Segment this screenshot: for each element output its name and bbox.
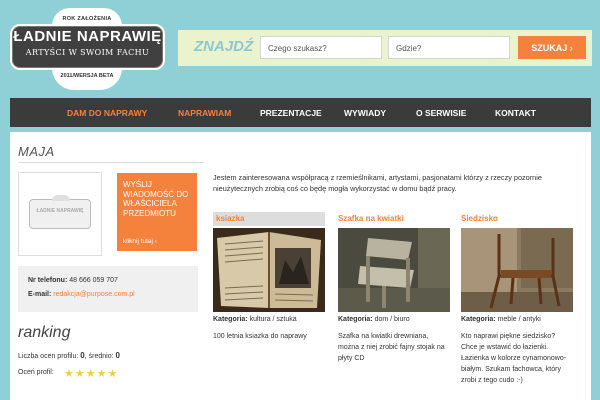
contact-box: Nr telefonu: 48 666 059 707 E-mail: reda… xyxy=(18,266,198,312)
email-label: E-mail: xyxy=(28,291,52,298)
nav-item-naprawiam[interactable]: NAPRAWIAM xyxy=(178,108,231,118)
item-category: Kategoria: dom / biuro xyxy=(338,316,450,323)
nav-item-kontakt[interactable]: KONTAKT xyxy=(495,108,536,118)
search-label: ZNAJDŹ xyxy=(194,38,254,55)
rating-avg: 0 xyxy=(115,351,120,360)
profile-about: Jestem zainteresowana współpracą z rzemi… xyxy=(213,173,542,193)
item-category-value: kultura / sztuka xyxy=(249,316,297,323)
item-image-bench[interactable] xyxy=(461,228,573,312)
profile-name: MAJA xyxy=(18,144,55,159)
nav-item-o-serwisie[interactable]: O SERWISIE xyxy=(416,108,466,118)
search-button[interactable]: SZUKAJ › xyxy=(518,36,586,59)
item-image-flower-cabinet[interactable] xyxy=(338,228,450,312)
item-card[interactable]: Szafka na kwiatki Kategoria: dom / biuro… xyxy=(338,212,450,364)
item-card[interactable]: ksiazka Kategoria: kultura / sztuka 100 … xyxy=(213,212,325,342)
nav-item-dam-do-naprawy[interactable]: DAM DO NAPRAWY xyxy=(67,108,147,118)
star-icon[interactable]: ★ xyxy=(75,367,85,380)
item-category-value: dom / biuro xyxy=(374,316,410,323)
profile-content: MAJA ŁADNIE NAPRAWIĘ WYŚLIJ WIADOMOŚĆ DO… xyxy=(10,132,591,400)
item-title[interactable]: Siedzisko xyxy=(461,212,573,226)
star-icon[interactable]: ★ xyxy=(108,367,118,380)
item-category-label: Kategoria: xyxy=(338,316,373,323)
star-rating[interactable]: ★ ★ ★ ★ ★ xyxy=(64,367,117,380)
star-icon[interactable]: ★ xyxy=(97,367,107,380)
ranking-title: ranking xyxy=(18,324,71,341)
phone-label: Nr telefonu: xyxy=(28,277,68,284)
nav-item-prezentacje[interactable]: PREZENTACJE xyxy=(260,108,322,118)
nav-item-wywiady[interactable]: WYWIADY xyxy=(344,108,386,118)
item-card[interactable]: Siedzisko Kategoria: meble / antyki Kto … xyxy=(461,212,573,386)
main-nav: DAM DO NAPRAWY NAPRAWIAM PREZENTACJE WYW… xyxy=(10,98,591,127)
item-category-label: Kategoria: xyxy=(213,316,248,323)
logo-bottom-text: 2011/WERSJA BETA xyxy=(52,68,122,90)
avatar: ŁADNIE NAPRAWIĘ xyxy=(18,172,102,256)
divider xyxy=(18,162,204,163)
ranking-stats: Liczba ocen profilu: 0, średnio: 0 xyxy=(18,351,120,360)
item-category-label: Kategoria: xyxy=(461,316,496,323)
rating-avg-label: , średnio: xyxy=(84,353,114,360)
avatar-placeholder-logo: ŁADNIE NAPRAWIĘ xyxy=(29,195,91,229)
item-title[interactable]: Szafka na kwiatki xyxy=(338,212,450,226)
star-icon[interactable]: ★ xyxy=(86,367,96,380)
item-description: 100 letnia ksiazka do naprawy xyxy=(213,333,307,340)
send-message-box[interactable]: WYŚLIJ WIADOMOŚĆ DO WŁAŚCICIELA PRZEDMIO… xyxy=(116,172,198,252)
rate-profile-label: Oceń profil: xyxy=(18,369,54,376)
star-icon[interactable]: ★ xyxy=(64,367,74,380)
search-bar: ZNAJDŹ Czego szukasz? Gdzie? SZUKAJ › xyxy=(178,30,592,66)
item-description: Szafka na kwiatki drewniana, można z nie… xyxy=(338,333,445,362)
rating-count-label: Liczba ocen profilu: xyxy=(18,353,79,360)
item-category: Kategoria: kultura / sztuka xyxy=(213,316,325,323)
send-message-link[interactable]: kliknij tutaj ‹ xyxy=(123,238,157,245)
phone-value: 48 666 059 707 xyxy=(69,277,118,284)
search-where-input[interactable]: Gdzie? xyxy=(388,36,510,59)
site-logo[interactable]: ROK ZAŁOŻENIA ŁADNIE NAPRAWIĘ ARTYŚCI W … xyxy=(10,8,165,92)
item-category-value: meble / antyki xyxy=(497,316,541,323)
logo-title: ŁADNIE NAPRAWIĘ xyxy=(13,28,162,45)
avatar-logo-text: ŁADNIE NAPRAWIĘ xyxy=(36,208,84,214)
item-image-book[interactable] xyxy=(213,228,325,312)
item-description: Kto naprawi piękne siedzisko? Chce je ws… xyxy=(461,333,567,384)
item-category: Kategoria: meble / antyki xyxy=(461,316,573,323)
logo-subtitle: ARTYŚCI W SWOIM FACHU xyxy=(25,48,150,57)
email-link[interactable]: redakcja@purpose.com.pl xyxy=(53,291,134,298)
send-message-text: WYŚLIJ WIADOMOŚĆ DO WŁAŚCICIELA PRZEDMIO… xyxy=(123,180,189,218)
item-title[interactable]: ksiazka xyxy=(213,212,325,226)
search-what-input[interactable]: Czego szukasz? xyxy=(260,36,382,59)
